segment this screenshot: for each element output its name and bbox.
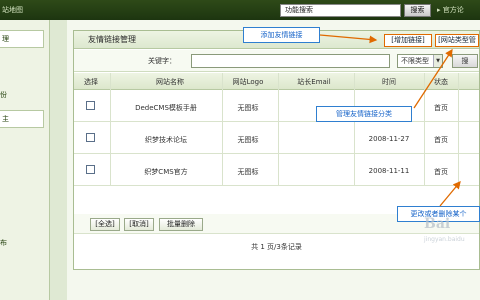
table-row: 织梦CMS官方 无图标 2008-11-11 首页 — [74, 155, 479, 186]
callout-manage-category: 管理友情链接分类 — [316, 106, 412, 122]
official-forum-link[interactable]: ▸ 官方论 — [437, 4, 480, 16]
add-link-button[interactable]: [增加链接] — [384, 34, 432, 47]
row-checkbox[interactable] — [86, 165, 95, 174]
table-row: DedeCMS模板手册 无图标 首页 — [74, 91, 479, 122]
status-cell: 首页 — [434, 136, 448, 144]
friend-links-panel: 友情链接管理 [增加链接] [网站类型管 关键字： 不限类型 ▼ 搜 选择 网站… — [73, 30, 480, 270]
filter-search-button[interactable]: 搜 — [452, 54, 478, 68]
feature-search-input[interactable]: 功能搜索 — [280, 4, 401, 17]
column-divider — [424, 73, 425, 186]
site-logo-cell: 无图标 — [237, 136, 259, 144]
keyword-label: 关键字： — [148, 57, 176, 65]
header-time: 时间 — [382, 78, 396, 86]
site-name-cell[interactable]: 织梦技术论坛 — [110, 135, 222, 145]
top-search-button[interactable]: 搜索 — [404, 4, 431, 17]
watermark-sub: jingyan.baidu — [424, 236, 465, 243]
sidebar-item-main[interactable]: 主 — [0, 110, 44, 128]
column-divider — [354, 73, 355, 186]
top-bar: 站地图 功能搜索 搜索 ▸ 官方论 — [0, 0, 480, 20]
table-header-row: 选择 网站名称 网站Logo 站长Email 时间 状态 — [74, 73, 479, 90]
header-site-logo: 网站Logo — [232, 78, 264, 86]
column-divider — [278, 73, 279, 186]
watermark-brand: Bai — [424, 216, 451, 232]
site-map-link[interactable]: 站地图 — [0, 4, 26, 16]
site-logo-cell: 无图标 — [237, 168, 259, 176]
type-select-value: 不限类型 — [401, 57, 429, 65]
batch-delete-button[interactable]: 批量删除 — [159, 218, 203, 231]
header-site-name: 网站名称 — [156, 78, 184, 86]
left-sidebar: 理 份 主 布 — [0, 20, 50, 300]
site-logo-cell: 无图标 — [237, 104, 259, 112]
header-email: 站长Email — [297, 78, 331, 86]
type-select[interactable]: 不限类型 ▼ — [397, 54, 443, 68]
time-cell: 2008-11-27 — [368, 135, 410, 143]
status-cell: 首页 — [434, 104, 448, 112]
time-cell: 2008-11-11 — [368, 167, 410, 175]
table-row: 织梦技术论坛 无图标 2008-11-27 首页 — [74, 123, 479, 154]
status-cell: 首页 — [434, 168, 448, 176]
keyword-input[interactable] — [191, 54, 390, 68]
chevron-down-icon[interactable]: ▼ — [433, 55, 442, 67]
sidebar-item-backup[interactable]: 份 — [0, 90, 7, 100]
column-divider — [110, 73, 111, 186]
sidebar-item-manage[interactable]: 理 — [0, 30, 44, 48]
pagination-info: 共 1 页/3条记录 — [251, 243, 302, 251]
row-checkbox[interactable] — [86, 101, 95, 110]
site-name-cell[interactable]: 织梦CMS官方 — [110, 167, 222, 177]
baidu-watermark: Bai jingyan.baidu — [424, 216, 480, 276]
panel-title: 友情链接管理 — [88, 35, 136, 44]
column-divider — [458, 73, 459, 186]
sidebar-gap — [51, 20, 67, 300]
callout-add-link: 添加友情链接 — [243, 27, 320, 43]
cancel-selection-button[interactable]: [取消] — [124, 218, 154, 231]
official-forum-label: 官方论 — [442, 6, 464, 14]
select-all-button[interactable]: [全选] — [90, 218, 120, 231]
header-select: 选择 — [84, 78, 98, 86]
site-name-cell[interactable]: DedeCMS模板手册 — [110, 103, 222, 113]
filter-row: 关键字： 不限类型 ▼ 搜 — [74, 50, 479, 72]
sidebar-item-publish[interactable]: 布 — [0, 238, 7, 248]
row-checkbox[interactable] — [86, 133, 95, 142]
main-area: 友情链接管理 [增加链接] [网站类型管 关键字： 不限类型 ▼ 搜 选择 网站… — [67, 20, 480, 300]
header-status: 状态 — [434, 78, 448, 86]
site-type-manage-button[interactable]: [网站类型管 — [435, 34, 479, 47]
column-divider — [222, 73, 223, 186]
